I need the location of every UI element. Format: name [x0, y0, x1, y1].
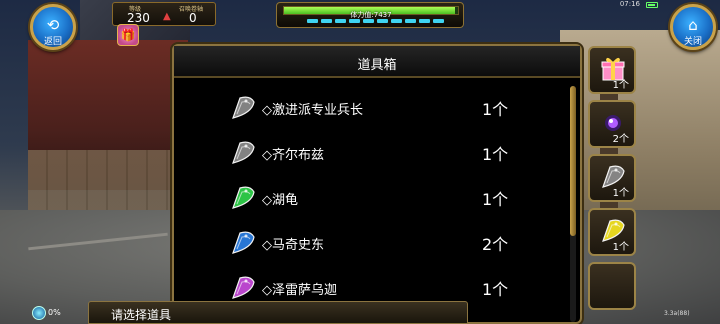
inventory-scrollbar[interactable]: [570, 86, 576, 322]
item-name: ◇泽雷萨乌迦: [262, 283, 337, 298]
inventory-header: 道具箱: [174, 46, 580, 78]
clock-text: 07:16: [619, 0, 640, 8]
back-arrow-icon: ⟲: [46, 16, 60, 34]
close-button-label: 关闭: [683, 37, 702, 47]
item-name: ◇齐尔布兹: [262, 148, 324, 163]
scrollbar-thumb[interactable]: [570, 86, 576, 236]
player-info-panel: 等级 230 ▲ 召唤卷轴 0: [112, 2, 216, 26]
gem-icon: [228, 228, 258, 258]
experience-percent: 0%: [48, 308, 61, 317]
side-slot[interactable]: 2个: [588, 100, 636, 148]
prompt-text: 请选择道具: [111, 308, 172, 322]
close-button[interactable]: ⌂ 关闭: [670, 4, 716, 50]
gift-button[interactable]: 🎁: [117, 24, 139, 46]
item-count: 2个: [482, 235, 509, 254]
inventory-list: ◇激进派专业兵长 1个 ◇齐尔布兹 1个 ◇湖龟 1个 ◇马奇史东 2个 ◇泽雷萨乌迦 1个: [174, 80, 566, 324]
side-slot[interactable]: 1个: [588, 154, 636, 202]
prompt-bar: 请选择道具: [88, 301, 468, 324]
level-value: 230: [127, 11, 150, 25]
item-count: 1个: [482, 280, 509, 299]
side-slot[interactable]: [588, 262, 636, 310]
back-button-label: 返回: [43, 37, 62, 47]
gem-icon: [228, 183, 258, 213]
inventory-item-row[interactable]: ◇激进派专业兵长 1个: [174, 86, 566, 131]
inventory-dialog: 道具箱 ◇激进派专业兵长 1个 ◇齐尔布兹 1个 ◇湖龟 1个 ◇马奇史东 2个 ◇泽雷萨乌迦 1…: [172, 44, 582, 324]
gem-icon: [228, 93, 258, 123]
inventory-item-row[interactable]: ◇马奇史东 2个: [174, 221, 566, 266]
empty-slot: [598, 270, 628, 300]
inventory-item-row[interactable]: ◇湖龟 1个: [174, 176, 566, 221]
stamina-bar: 体力值:7437: [283, 6, 459, 19]
summon-scroll-count: 0: [189, 11, 197, 25]
inventory-item-row[interactable]: ◇齐尔布兹 1个: [174, 131, 566, 176]
item-count: 1个: [482, 190, 509, 209]
item-count: 1个: [482, 100, 509, 119]
item-name: ◇马奇史东: [262, 238, 324, 253]
slot-count: 1个: [612, 188, 629, 199]
item-count: 1个: [482, 145, 509, 164]
energy-segments: [307, 19, 444, 23]
inventory-title: 道具箱: [357, 58, 397, 73]
stamina-panel: 体力值:7437: [276, 2, 464, 28]
summon-scroll-icon: ▲: [163, 11, 171, 22]
side-slot[interactable]: 1个: [588, 208, 636, 256]
experience-icon: [32, 306, 46, 320]
battery-icon: [646, 2, 658, 8]
back-button[interactable]: ⟲ 返回: [30, 4, 76, 50]
gift-icon: 🎁: [120, 28, 136, 42]
slot-count: 1个: [612, 80, 629, 91]
item-name: ◇湖龟: [262, 193, 298, 208]
home-icon: ⌂: [688, 16, 698, 34]
gem-icon: [228, 273, 258, 303]
item-name: ◇激进派专业兵长: [262, 103, 363, 118]
gem-icon: [228, 138, 258, 168]
slot-count: 1个: [612, 242, 629, 253]
slot-count: 2个: [612, 134, 629, 145]
side-slot[interactable]: 1个: [588, 46, 636, 94]
version-text: 3.3a(88): [664, 310, 690, 317]
